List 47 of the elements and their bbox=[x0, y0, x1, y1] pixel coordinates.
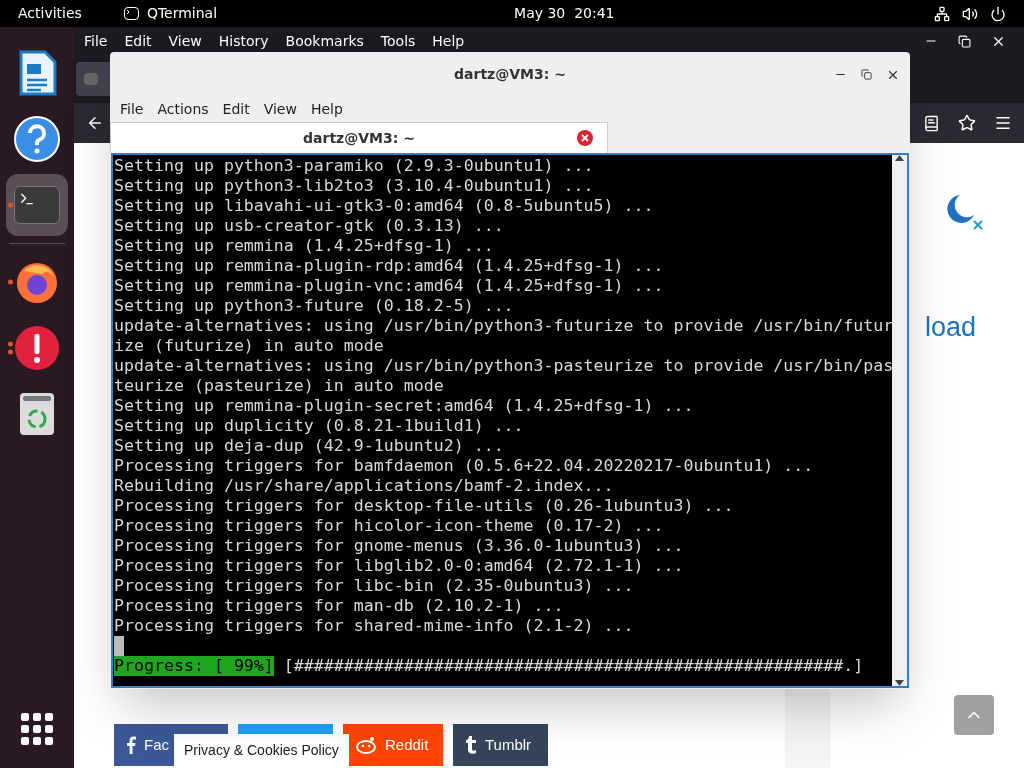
terminal-line: Processing triggers for shared-mime-info (2.1-2) ... bbox=[114, 616, 635, 636]
menu-item[interactable]: Edit bbox=[124, 30, 152, 52]
terminal-line: Setting up libavahi-ui-gtk3-0:amd64 (0.8-5ubuntu5) ... bbox=[114, 196, 655, 216]
terminal-line: Setting up remmina-plugin-rdp:amd64 (1.4.25+dfsg-1) ... bbox=[114, 256, 665, 276]
cookie-policy-toast[interactable]: Privacy & Cookies Policy bbox=[174, 734, 349, 768]
menu-item[interactable]: File bbox=[84, 30, 108, 52]
terminal-line: Processing triggers for bamfdaemon (0.5.6+22.04.20220217-0ubuntu1) ... bbox=[114, 456, 815, 476]
terminal-line: update-alternatives: using /usr/bin/python3-futurize to provide /usr/bin/futur bbox=[114, 316, 892, 336]
menu-item[interactable]: Tools bbox=[380, 30, 416, 52]
terminal-line: Setting up remmina-plugin-vnc:amd64 (1.4.25+dfsg-1) ... bbox=[114, 276, 665, 296]
menu-item[interactable]: Actions bbox=[157, 99, 209, 120]
terminal-line: Setting up duplicity (0.8.21-1build1) ... bbox=[114, 416, 525, 436]
menu-item[interactable]: View bbox=[168, 30, 202, 52]
terminal-tab[interactable]: dartz@VM3: ~ bbox=[110, 122, 608, 153]
window-title: dartz@VM3: ~ bbox=[454, 65, 566, 84]
terminal-line: Processing triggers for hicolor-icon-theme (0.17-2) ... bbox=[114, 516, 665, 536]
terminal-line: Setting up python3-paramiko (2.9.3-0ubuntu1) ... bbox=[114, 156, 595, 176]
terminal-line: teurize (pasteurize) in auto mode bbox=[114, 376, 445, 396]
terminal-line: Rebuilding /usr/share/applications/bamf-2.index... bbox=[114, 476, 615, 496]
terminal-line: Setting up usb-creator-gtk (0.3.13) ... bbox=[114, 216, 505, 236]
progress-label: Progress: [ 99%] bbox=[114, 656, 274, 676]
terminal-line: Processing triggers for libglib2.0-0:amd64 (2.72.1-1) ... bbox=[114, 556, 685, 576]
menu-item[interactable]: Help bbox=[432, 30, 465, 52]
menu-item[interactable]: Help bbox=[310, 99, 343, 120]
menu-item[interactable]: View bbox=[263, 99, 297, 120]
menu-item[interactable]: File bbox=[120, 99, 144, 120]
progress-bar-text: [#######################################################.] bbox=[283, 656, 864, 676]
terminal-line: Processing triggers for gnome-menus (3.36.0-1ubuntu3) ... bbox=[114, 536, 685, 556]
terminal-line: Setting up remmina (1.4.25+dfsg-1) ... bbox=[114, 236, 495, 256]
terminal-line: Setting up remmina-plugin-secret:amd64 (1.4.25+dfsg-1) ... bbox=[114, 396, 695, 416]
terminal-line: Setting up deja-dup (42.9-1ubuntu2) ... bbox=[114, 436, 505, 456]
share-button[interactable]: Tumblr bbox=[453, 724, 548, 766]
terminal-line: ize (futurize) in auto mode bbox=[114, 336, 385, 356]
terminal-line: Processing triggers for libc-bin (2.35-0ubuntu3) ... bbox=[114, 576, 635, 596]
menu-item[interactable]: Edit bbox=[222, 99, 250, 120]
activities-button[interactable]: Activities bbox=[18, 3, 82, 24]
terminal-line: update-alternatives: using /usr/bin/python3-pasteurize to provide /usr/bin/pas bbox=[114, 356, 892, 376]
menu-item[interactable]: Bookmarks bbox=[285, 30, 364, 52]
terminal-line: Setting up python3-future (0.18.2-5) ... bbox=[114, 296, 515, 316]
terminal-line: Setting up python3-lib2to3 (3.10.4-0ubuntu1) ... bbox=[114, 176, 595, 196]
terminal-line: Processing triggers for man-db (2.10.2-1) ... bbox=[114, 596, 565, 616]
terminal-line: Processing triggers for desktop-file-utils (0.26-1ubuntu3) ... bbox=[114, 496, 735, 516]
heading-fragment: load bbox=[925, 311, 977, 344]
share-button[interactable]: Reddit bbox=[343, 724, 443, 766]
app-menu[interactable]: QTerminal bbox=[146, 3, 218, 24]
menu-item[interactable]: History bbox=[218, 30, 269, 52]
clock[interactable]: May 30 20:41 bbox=[514, 3, 615, 24]
